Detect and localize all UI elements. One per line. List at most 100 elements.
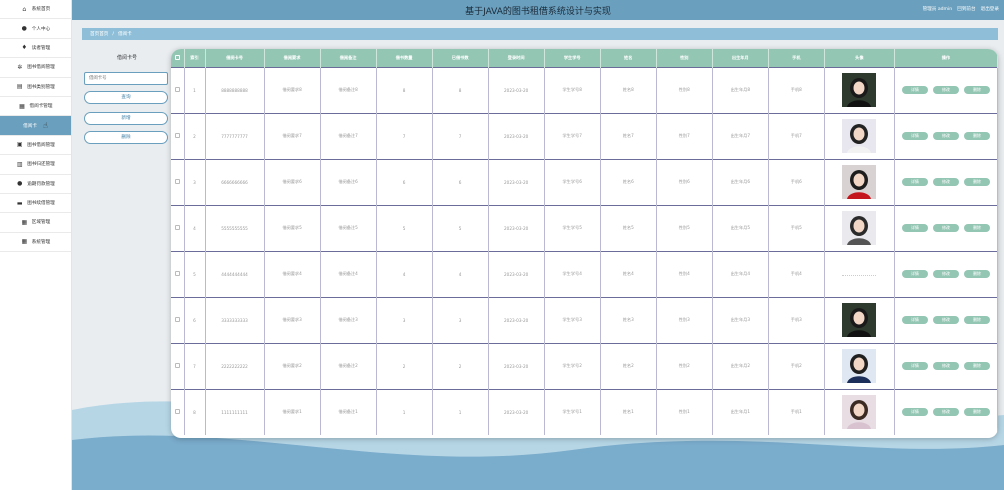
back-to-front-link[interactable]: 回到前台 (957, 6, 975, 12)
sidebar-item-0[interactable]: ⌂ 系统首页 (0, 0, 71, 20)
add-button[interactable]: 新增 (84, 112, 168, 125)
grid-icon: ▦ (21, 238, 28, 246)
delete-button[interactable]: 删除 (963, 408, 990, 417)
cell-date: 2023-03-20 (488, 205, 545, 251)
sidebar-item-label: 图书借阅管理 (27, 142, 55, 148)
cell-index: 2 (184, 113, 206, 159)
cell-birth: 出生年月4 (712, 251, 769, 297)
cell-birth: 出生年月7 (712, 113, 769, 159)
cell-birth: 出生年月1 (712, 389, 769, 435)
select-all-checkbox[interactable] (174, 54, 180, 60)
logout-link[interactable]: 退出登录 (981, 6, 999, 12)
delete-button[interactable]: 删除 (963, 86, 990, 94)
cell-index: 1 (184, 67, 206, 113)
user-icon: ● (17, 180, 23, 188)
edit-button[interactable]: 修改 (932, 86, 959, 94)
table-row[interactable]: 6 3333333333 借阅要求3 借阅备注3 3 3 2023-03-20 学生学号3 姓名… (171, 297, 998, 343)
row-checkbox[interactable] (174, 179, 180, 184)
sidebar-item-5[interactable]: ▦ 借阅卡管理 (0, 97, 71, 117)
detail-button[interactable]: 详情 (901, 408, 928, 417)
table-row[interactable]: 1 8888888888 借阅要求8 借阅备注8 8 8 2023-03-20 学生学号8 姓名… (171, 67, 998, 113)
delete-selected-button[interactable]: 删除 (84, 131, 168, 144)
sidebar-item-10[interactable]: ▬ 图书续借管理 (0, 194, 71, 214)
cell-sex: 性别4 (656, 251, 713, 297)
sidebar-item-label: 图书归还管理 (27, 162, 55, 168)
detail-button[interactable]: 详情 (901, 224, 928, 232)
sidebar-item-2[interactable]: ♦ 读者管理 (0, 39, 71, 59)
cell-name: 姓名7 (600, 113, 657, 159)
cell-phone: 手机2 (768, 343, 825, 389)
sidebar-item-7[interactable]: ▣ 图书借阅管理 (0, 136, 71, 156)
sidebar-item-label: 个人中心 (31, 26, 51, 32)
row-checkbox[interactable] (174, 363, 180, 368)
detail-button[interactable]: 详情 (901, 178, 928, 186)
cell-borrowed: 8 (432, 67, 489, 113)
row-checkbox[interactable] (174, 225, 180, 230)
sidebar-item-12[interactable]: ▦ 系统管理 (0, 233, 71, 253)
delete-button[interactable]: 删除 (963, 132, 990, 140)
sidebar-item-4[interactable]: ▤ 图书类别管理 (0, 78, 71, 97)
edit-button[interactable]: 修改 (932, 362, 959, 370)
sidebar-item-8[interactable]: ▥ 图书归还管理 (0, 155, 71, 175)
sidebar-item-6[interactable]: 借阅卡 ☝ (0, 116, 71, 136)
breadcrumb-home[interactable]: 首页首页 (90, 31, 108, 37)
row-checkbox[interactable] (174, 87, 180, 92)
delete-button[interactable]: 删除 (963, 224, 990, 232)
edit-button[interactable]: 修改 (932, 270, 959, 278)
edit-button[interactable]: 修改 (932, 178, 959, 186)
edit-button[interactable]: 修改 (932, 132, 959, 140)
row-checkbox[interactable] (174, 317, 180, 322)
sidebar-item-label: 读者管理 (31, 45, 51, 51)
row-checkbox[interactable] (174, 409, 180, 415)
avatar-placeholder (842, 274, 877, 276)
avatar (842, 349, 877, 383)
detail-button[interactable]: 详情 (901, 316, 928, 324)
query-button[interactable]: 查询 (84, 91, 168, 104)
top-header: 基于JAVA的图书租借系统设计与实现 管理员 admin 回到前台 退出登录 (72, 0, 1004, 20)
sidebar-item-11[interactable]: ▦ 区域管理 (0, 213, 71, 233)
search-panel: 借阅卡号 查询 新增 删除 (84, 54, 170, 144)
cell-borrowed: 7 (432, 113, 489, 159)
table-row[interactable]: 8 1111111111 借阅要求1 借阅备注1 1 1 2023-03-20 学生学号1 姓名… (171, 389, 998, 435)
sidebar-item-1[interactable]: ● 个人中心 (0, 19, 71, 39)
column-header: 手机 (768, 49, 825, 67)
row-select-cell (171, 251, 185, 297)
detail-button[interactable]: 详情 (901, 132, 928, 140)
table-row[interactable]: 7 2222222222 借阅要求2 借阅备注2 2 2 2023-03-20 学生学号2 姓名… (171, 343, 998, 389)
table-row[interactable]: 4 5555555555 借阅要求5 借阅备注5 5 5 2023-03-20 学生学号5 姓名… (171, 205, 998, 251)
cell-note: 借阅备注1 (320, 389, 377, 435)
edit-button[interactable]: 修改 (932, 408, 959, 417)
table-row[interactable]: 2 7777777777 借阅要求7 借阅备注7 7 7 2023-03-20 学生学号7 姓名… (171, 113, 998, 159)
cell-req: 借阅要求6 (264, 159, 321, 205)
person-icon: ● (21, 25, 27, 33)
edit-button[interactable]: 修改 (932, 316, 959, 324)
cell-name: 姓名2 (600, 343, 657, 389)
cell-note: 借阅备注2 (320, 343, 377, 389)
table-row[interactable]: 3 6666666666 借阅要求6 借阅备注6 6 6 2023-03-20 学生学号6 姓名… (171, 159, 998, 205)
cell-index: 6 (184, 297, 206, 343)
cell-actions: 详情 修改 删除 (894, 159, 998, 205)
cell-sex: 性别1 (656, 389, 713, 435)
cell-actions: 详情 修改 删除 (894, 205, 998, 251)
cell-sid: 学生学号7 (544, 113, 601, 159)
delete-button[interactable]: 删除 (963, 178, 990, 186)
delete-button[interactable]: 删除 (963, 316, 990, 324)
sidebar-item-3[interactable]: ✲ 图书借阅管理 (0, 58, 71, 78)
cell-sid: 学生学号1 (544, 389, 601, 435)
sidebar-item-9[interactable]: ● 逾期罚款管理 (0, 175, 71, 194)
cell-note: 借阅备注5 (320, 205, 377, 251)
column-header: 出生年月 (712, 49, 769, 67)
row-checkbox[interactable] (174, 271, 180, 276)
location-pin-icon: ♦ (21, 44, 27, 52)
edit-button[interactable]: 修改 (932, 224, 959, 232)
detail-button[interactable]: 详情 (901, 270, 928, 278)
bar-chart-icon: ▥ (16, 160, 23, 168)
delete-button[interactable]: 删除 (963, 362, 990, 370)
detail-button[interactable]: 详情 (901, 362, 928, 370)
table-row[interactable]: 5 4444444444 借阅要求4 借阅备注4 4 4 2023-03-20 学生学号4 姓名… (171, 251, 998, 297)
delete-button[interactable]: 删除 (963, 270, 990, 278)
card-number-search-input[interactable] (84, 72, 168, 85)
row-checkbox[interactable] (174, 133, 180, 138)
cell-count: 4 (376, 251, 433, 297)
detail-button[interactable]: 详情 (901, 86, 928, 94)
